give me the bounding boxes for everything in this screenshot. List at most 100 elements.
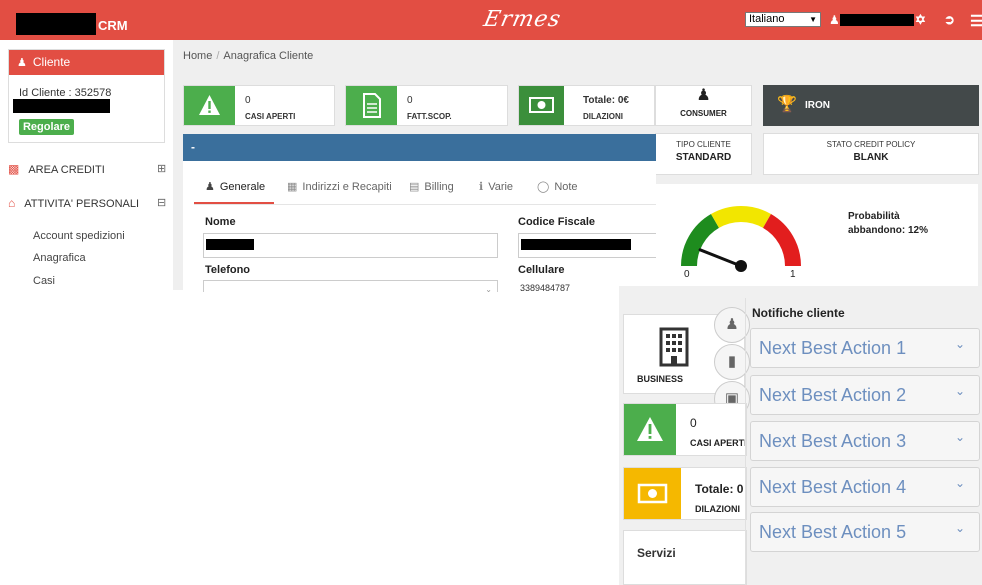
document-icon: ▮ xyxy=(727,353,737,370)
status-badge: Regolare xyxy=(19,119,74,135)
tab-indirizzi-recapiti[interactable]: ▦ Indirizzi e Recapiti xyxy=(287,180,392,193)
trophy-icon: 🏆 xyxy=(777,96,797,113)
codice-fiscale-label: Codice Fiscale xyxy=(518,216,596,228)
language-value: Italiano xyxy=(749,13,785,25)
notifiche-title: Notifiche cliente xyxy=(752,306,845,320)
tab-billing[interactable]: ▤ Billing xyxy=(409,180,454,193)
sidebar-item-attivita-personali[interactable]: ⌂ ATTIVITA' PERSONALI ⊟ xyxy=(8,196,173,210)
tipo-cliente-value: STANDARD xyxy=(675,152,732,163)
cliente-card: ♟ Cliente Id Cliente : 352578 Regolare xyxy=(8,49,165,143)
user-icon: ♟ xyxy=(725,316,739,333)
money-icon xyxy=(519,86,564,125)
business-label: BUSINESS xyxy=(637,374,684,384)
panel-divider xyxy=(745,298,746,585)
cliente-header: ♟ Cliente xyxy=(9,50,164,75)
stato-credit-policy-value: BLANK xyxy=(853,152,889,163)
logo-redacted xyxy=(16,13,96,35)
next-best-action-2[interactable]: Next Best Action 2 ⌄ xyxy=(750,375,980,415)
servizi-card: Servizi xyxy=(623,530,747,585)
user-icon: ♟ xyxy=(696,87,711,104)
user-icon: ♟ xyxy=(17,57,27,69)
casi-aperti-label: CASI APERTI xyxy=(245,112,296,121)
gauge-red-segment xyxy=(762,214,801,267)
consumer-label: CONSUMER xyxy=(680,109,727,118)
casi-aperti-card[interactable]: 0 CASI APERTI xyxy=(183,85,335,126)
home-icon: ⌂ xyxy=(8,196,16,210)
consumer-card: ♟ CONSUMER xyxy=(655,85,752,126)
user-icon: ♟ xyxy=(829,13,840,27)
next-best-action-label: Next Best Action 5 xyxy=(759,522,907,542)
tab-label: Varie xyxy=(488,181,514,193)
tipo-cliente-label: TIPO CLIENTE xyxy=(676,140,731,149)
sidebar-subitem-anagrafica[interactable]: Anagrafica xyxy=(33,252,86,264)
top-navbar: CRM Ermes Italiano ▼ ♟ ✡ ➲ ☰ xyxy=(0,0,982,40)
expand-icon[interactable]: ⊞ xyxy=(157,162,166,175)
dilazioni-label: DILAZIONI xyxy=(695,504,740,514)
sidebar-subitem-casi[interactable]: Casi xyxy=(33,275,55,287)
app-name: CRM xyxy=(98,18,128,33)
tab-label: Billing xyxy=(424,181,454,193)
stato-credit-policy-label: STATO CREDIT POLICY xyxy=(826,140,916,149)
dilazioni-value: Totale: 0 xyxy=(695,482,744,496)
cellulare-label: Cellulare xyxy=(518,264,565,276)
brand-logo: Ermes xyxy=(481,7,564,32)
money-icon: ▩ xyxy=(8,162,20,176)
telefono-field[interactable]: ⌄ xyxy=(203,280,498,294)
document-icon xyxy=(346,86,397,125)
codice-fiscale-redacted xyxy=(521,239,631,250)
warning-icon xyxy=(184,86,235,125)
tab-label: Note xyxy=(554,181,578,193)
chevron-down-icon: ⌄ xyxy=(955,476,966,490)
table-icon: ▦ xyxy=(287,181,298,193)
collapse-icon[interactable]: ⊟ xyxy=(157,196,166,209)
casi-aperti-card-overlay[interactable]: 0 CASI APERTI xyxy=(623,403,747,456)
chevron-down-icon: ⌄ xyxy=(955,430,966,444)
tipo-cliente-box: TIPO CLIENTE STANDARD xyxy=(655,133,752,175)
sidebar-subitem-account-spedizioni[interactable]: Account spedizioni xyxy=(33,230,125,242)
cliente-id: Id Cliente : 352578 xyxy=(19,87,112,99)
fullscreen-icon[interactable]: ✡ xyxy=(915,12,926,28)
cliente-name-redacted xyxy=(13,99,110,113)
gauge-needle xyxy=(698,248,743,268)
info-icon: ℹ xyxy=(479,181,484,193)
comment-icon: ◯ xyxy=(537,181,550,193)
next-best-action-label: Next Best Action 2 xyxy=(759,385,907,405)
next-best-action-4[interactable]: Next Best Action 4 ⌄ xyxy=(750,467,980,507)
sidebar-item-label: AREA CREDITI xyxy=(28,164,105,176)
section-header: - xyxy=(183,134,656,161)
dilazioni-label: DILAZIONI xyxy=(583,112,623,121)
tab-varie[interactable]: ℹ Varie xyxy=(479,180,513,193)
codice-fiscale-field[interactable] xyxy=(518,233,656,258)
logout-icon[interactable]: ➲ xyxy=(944,12,955,28)
next-best-action-5[interactable]: Next Best Action 5 ⌄ xyxy=(750,512,980,552)
nome-field[interactable] xyxy=(203,233,498,258)
dilazioni-card[interactable]: Totale: 0€ DILAZIONI xyxy=(518,85,655,126)
user-icon: ♟ xyxy=(205,181,215,193)
anagrafica-form-panel: ♟ Generale ▦ Indirizzi e Recapiti ▤ Billing… xyxy=(183,161,656,294)
dilazioni-card-overlay[interactable]: Totale: 0 DILAZIONI xyxy=(623,467,747,520)
next-best-action-3[interactable]: Next Best Action 3 ⌄ xyxy=(750,421,980,461)
casi-aperti-value: 0 xyxy=(245,95,251,106)
casi-aperti-label: CASI APERTI xyxy=(690,438,747,448)
cellulare-value: 3389484787 xyxy=(520,283,571,293)
next-best-action-label: Next Best Action 3 xyxy=(759,431,907,451)
stato-credit-policy-box: STATO CREDIT POLICY BLANK xyxy=(763,133,979,175)
sidebar-item-area-crediti[interactable]: ▩ AREA CREDITI ⊞ xyxy=(8,162,173,176)
chevron-down-icon: ⌄ xyxy=(955,521,966,535)
tab-divider xyxy=(194,204,656,205)
tab-label: Generale xyxy=(219,181,266,193)
warning-icon xyxy=(624,404,676,455)
breadcrumb-current: Anagrafica Cliente xyxy=(223,50,314,62)
next-best-action-1[interactable]: Next Best Action 1 ⌄ xyxy=(750,328,980,368)
tab-generale[interactable]: ♟ Generale xyxy=(205,180,265,193)
breadcrumb-separator: / xyxy=(216,50,220,62)
fatt-scop-card[interactable]: 0 FATT.SCOP. xyxy=(345,85,508,126)
username-redacted xyxy=(840,14,914,26)
language-select[interactable]: Italiano ▼ xyxy=(745,12,821,27)
dilazioni-value: Totale: 0€ xyxy=(583,95,629,106)
money-icon xyxy=(624,468,681,519)
gauge-green-segment xyxy=(681,214,720,267)
tab-note[interactable]: ◯ Note xyxy=(537,180,578,193)
breadcrumb-home[interactable]: Home xyxy=(183,50,212,62)
hamburger-menu-icon[interactable]: ☰ xyxy=(970,12,982,30)
